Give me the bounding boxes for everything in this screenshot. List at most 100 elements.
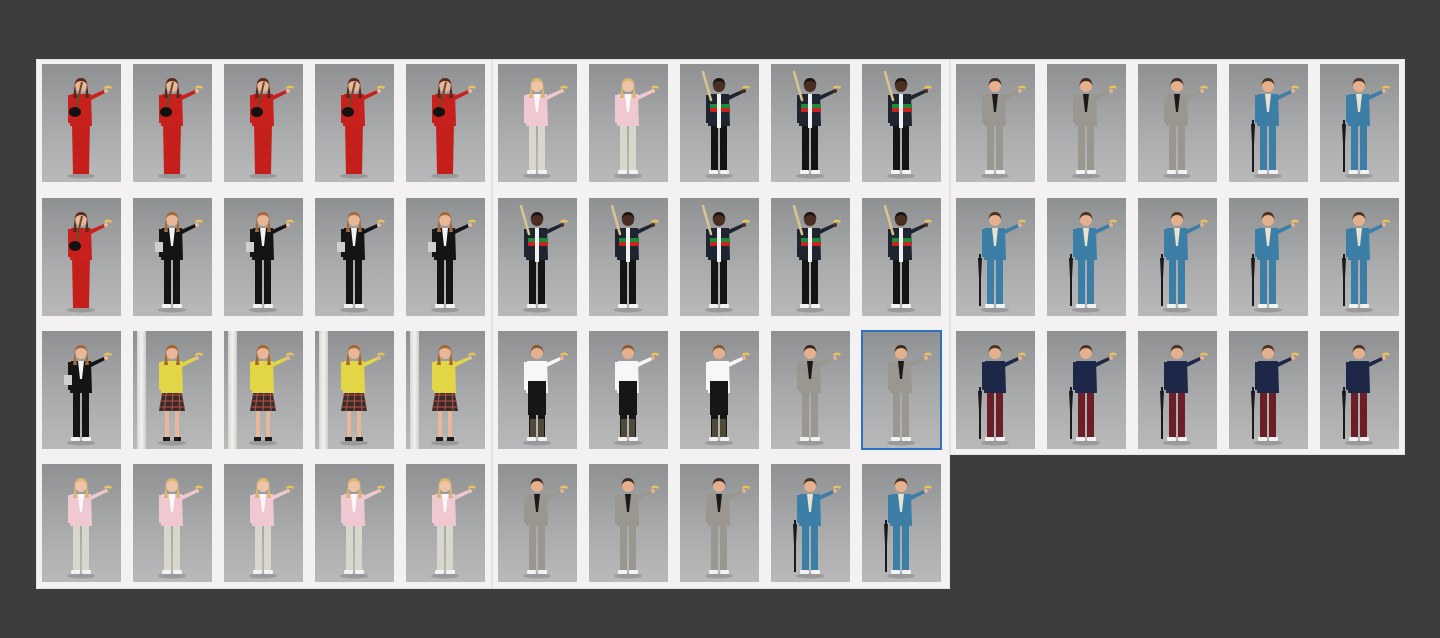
person-figure [978, 212, 1026, 313]
person-figure [523, 478, 568, 579]
photo-thumbnail-pink-outfit[interactable] [315, 464, 394, 582]
photo-thumbnail-grey-suit[interactable] [498, 464, 577, 582]
person-figure [1163, 78, 1208, 179]
person-figure [249, 345, 294, 446]
person-figure [64, 345, 112, 446]
photo-thumbnail-grey-suit[interactable] [680, 464, 759, 582]
photo-thumbnail-black-suit-woman[interactable] [42, 331, 121, 449]
photo-thumbnail-blue-suit-umbrella[interactable] [1229, 64, 1308, 182]
person-figure [428, 212, 476, 313]
photo-thumbnail-green-red-sweater[interactable] [862, 64, 941, 182]
photo-thumbnail-green-red-sweater[interactable] [771, 64, 850, 182]
photo-thumbnail-green-red-sweater[interactable] [680, 64, 759, 182]
photo-thumbnail-red-dress-guitar[interactable] [133, 64, 212, 182]
photo-thumbnail-pink-outfit[interactable] [406, 464, 485, 582]
person-figure [158, 345, 203, 446]
person-figure [792, 204, 841, 313]
photo-thumbnail-green-red-sweater[interactable] [862, 198, 941, 316]
person-figure [1251, 78, 1299, 179]
person-figure [1342, 78, 1390, 179]
photo-thumbnail-pink-outfit[interactable] [42, 464, 121, 582]
person-figure [67, 212, 112, 313]
person-figure [1069, 345, 1117, 446]
person-figure [796, 345, 841, 446]
photo-thumbnail-yellow-top-plaid[interactable] [133, 331, 212, 449]
photo-thumbnail-red-dress-guitar[interactable] [406, 64, 485, 182]
person-figure [340, 345, 385, 446]
photo-thumbnail-navy-burgundy-umbrella[interactable] [1047, 331, 1126, 449]
person-figure [701, 204, 750, 313]
photo-thumbnail-grey-suit[interactable] [861, 330, 942, 450]
photo-thumbnail-blue-suit-umbrella[interactable] [862, 464, 941, 582]
person-figure [523, 345, 568, 446]
photo-thumbnail-navy-burgundy-umbrella[interactable] [1320, 331, 1399, 449]
photo-thumbnail-green-red-sweater[interactable] [498, 198, 577, 316]
photo-thumbnail-chef-apron[interactable] [498, 331, 577, 449]
photo-thumbnail-chef-apron[interactable] [680, 331, 759, 449]
person-figure [431, 345, 476, 446]
photo-thumbnail-blue-suit-umbrella[interactable] [1320, 198, 1399, 316]
person-figure [67, 478, 112, 579]
photo-thumbnail-grey-suit[interactable] [771, 331, 850, 449]
photo-thumbnail-pink-outfit[interactable] [224, 464, 303, 582]
person-figure [1342, 345, 1390, 446]
person-figure [705, 345, 750, 446]
photo-thumbnail-red-dress-guitar[interactable] [315, 64, 394, 182]
person-figure [792, 70, 841, 179]
photo-thumbnail-green-red-sweater[interactable] [680, 198, 759, 316]
sheet-1 [36, 59, 492, 589]
photo-thumbnail-navy-burgundy-umbrella[interactable] [956, 331, 1035, 449]
photo-thumbnail-blue-suit-umbrella[interactable] [956, 198, 1035, 316]
photo-thumbnail-blue-suit-umbrella[interactable] [1320, 64, 1399, 182]
photo-thumbnail-grey-suit[interactable] [956, 64, 1035, 182]
photo-thumbnail-green-red-sweater[interactable] [771, 198, 850, 316]
photo-thumbnail-grey-suit[interactable] [1047, 64, 1126, 182]
person-figure [155, 212, 203, 313]
person-figure [978, 345, 1026, 446]
photo-thumbnail-navy-burgundy-umbrella[interactable] [1138, 331, 1217, 449]
photo-thumbnail-black-suit-woman[interactable] [133, 198, 212, 316]
photo-thumbnail-red-dress-guitar[interactable] [224, 64, 303, 182]
person-figure [1069, 212, 1117, 313]
person-figure [883, 204, 932, 313]
photo-thumbnail-blue-suit-umbrella[interactable] [771, 464, 850, 582]
photo-thumbnail-red-dress-guitar[interactable] [42, 198, 121, 316]
person-figure [1160, 345, 1208, 446]
photo-thumbnail-grey-suit[interactable] [589, 464, 668, 582]
photo-thumbnail-pink-outfit[interactable] [133, 464, 212, 582]
person-figure [981, 78, 1026, 179]
photo-thumbnail-black-suit-woman[interactable] [224, 198, 303, 316]
person-figure [701, 70, 750, 179]
photo-thumbnail-blue-suit-umbrella[interactable] [1047, 198, 1126, 316]
person-figure [431, 78, 476, 179]
photo-thumbnail-grey-suit[interactable] [1138, 64, 1217, 182]
person-figure [884, 478, 932, 579]
photo-thumbnail-black-suit-woman[interactable] [315, 198, 394, 316]
person-figure [614, 345, 659, 446]
person-figure [1251, 212, 1299, 313]
person-figure [887, 345, 932, 446]
sheet-3 [950, 59, 1405, 455]
person-figure [519, 204, 568, 313]
person-figure [246, 212, 294, 313]
photo-thumbnail-blue-suit-umbrella[interactable] [1229, 198, 1308, 316]
photo-thumbnail-pink-outfit[interactable] [589, 64, 668, 182]
person-figure [610, 204, 659, 313]
photo-thumbnail-navy-burgundy-umbrella[interactable] [1229, 331, 1308, 449]
person-figure [705, 478, 750, 579]
photo-thumbnail-yellow-top-plaid[interactable] [406, 331, 485, 449]
photo-thumbnail-black-suit-woman[interactable] [406, 198, 485, 316]
photo-thumbnail-red-dress-guitar[interactable] [42, 64, 121, 182]
photo-thumbnail-pink-outfit[interactable] [498, 64, 577, 182]
photo-thumbnail-chef-apron[interactable] [589, 331, 668, 449]
person-figure [1160, 212, 1208, 313]
person-figure [614, 78, 659, 179]
person-figure [1251, 345, 1299, 446]
photo-thumbnail-blue-suit-umbrella[interactable] [1138, 198, 1217, 316]
person-figure [793, 478, 841, 579]
photo-thumbnail-green-red-sweater[interactable] [589, 198, 668, 316]
photo-thumbnail-yellow-top-plaid[interactable] [224, 331, 303, 449]
photo-thumbnail-yellow-top-plaid[interactable] [315, 331, 394, 449]
person-figure [431, 478, 476, 579]
person-figure [158, 478, 203, 579]
